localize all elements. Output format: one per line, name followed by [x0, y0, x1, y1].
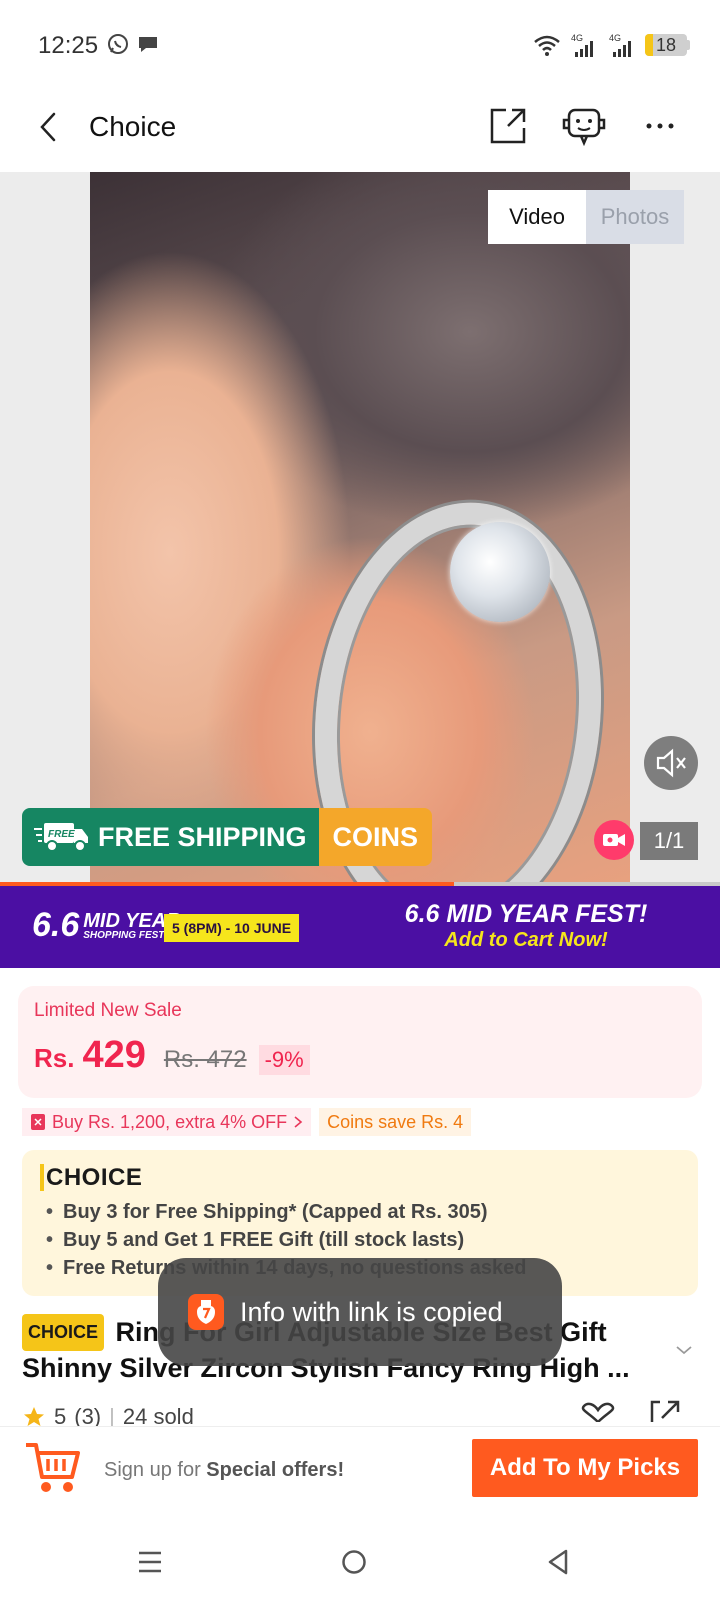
promo-banner[interactable]: 6.6 MID YEAR SHOPPING FEST! 5 (8PM) - 10…: [0, 886, 720, 968]
bottom-action-bar: Sign up for Special offers! Add To My Pi…: [0, 1426, 720, 1522]
price-currency: Rs.: [34, 1043, 75, 1073]
delivery-truck-icon: FREE: [34, 823, 88, 852]
network-type-2: 4G: [609, 33, 621, 43]
system-navigation: [0, 1522, 720, 1600]
add-to-picks-button[interactable]: Add To My Picks: [472, 1439, 698, 1497]
page-title: Choice: [89, 111, 177, 142]
signup-bold: Special offers!: [206, 1459, 345, 1481]
price-value: 429: [82, 1034, 146, 1076]
deal-voucher-text: Buy Rs. 1,200, extra 4% OFF: [52, 1111, 288, 1132]
notification-icons: [106, 32, 160, 56]
shopping-cart-icon: [26, 1443, 80, 1492]
whatsapp-icon: [108, 34, 128, 54]
toast-message: Info with link is copied: [240, 1296, 503, 1327]
app-logo-icon: [188, 1294, 224, 1330]
chevron-right-icon: [294, 1116, 303, 1128]
status-bar: 12:25 4G 4G 18: [0, 0, 720, 80]
more-icon: [646, 123, 674, 129]
price-card: Limited New Sale Rs. 429 Rs. 472 -9%: [18, 986, 702, 1098]
deal-voucher[interactable]: Buy Rs. 1,200, extra 4% OFF: [22, 1108, 312, 1136]
choice-badge: CHOICE: [22, 1314, 105, 1351]
promo-logo: 6.6 MID YEAR SHOPPING FEST!: [32, 906, 181, 945]
share-product-button[interactable]: [648, 1400, 682, 1427]
status-time: 12:25: [38, 32, 99, 59]
wishlist-button[interactable]: [578, 1402, 618, 1427]
signup-prefix: Sign up for: [104, 1459, 207, 1481]
home-circle-icon: [342, 1550, 366, 1574]
home-button[interactable]: [324, 1540, 384, 1584]
choice-benefit: Buy 5 and Get 1 FREE Gift (till stock la…: [46, 1226, 526, 1254]
coins-voucher[interactable]: Coins save Rs. 4: [319, 1108, 472, 1136]
discount-badge: -9%: [258, 1045, 310, 1075]
network-type-1: 4G: [571, 33, 583, 43]
sale-label: Limited New Sale: [34, 1000, 182, 1021]
back-triangle-icon: [548, 1549, 568, 1575]
share-icon: [650, 1400, 680, 1422]
promo-headline: 6.6 MID YEAR FEST!: [404, 900, 648, 928]
speaker-muted-icon: [656, 748, 686, 778]
voucher-row: Buy Rs. 1,200, extra 4% OFF Coins save R…: [22, 1108, 472, 1136]
recent-apps-button[interactable]: [120, 1540, 180, 1584]
product-page: 12:25 4G 4G 18 Choice Video Photos FREE …: [0, 0, 720, 1600]
video-record-icon: [594, 820, 634, 860]
app-header: Choice: [0, 80, 720, 172]
cart-button[interactable]: [22, 1437, 82, 1497]
signup-prompt[interactable]: Sign up for Special offers!: [104, 1459, 344, 1482]
chat-bot-icon: [562, 108, 606, 146]
battery-fill: [645, 34, 653, 56]
share-button[interactable]: [480, 98, 536, 154]
tab-video[interactable]: Video: [488, 190, 586, 244]
signal-icon: 4G: [571, 33, 593, 57]
product-video[interactable]: [90, 172, 630, 886]
heart-icon: [581, 1402, 615, 1423]
free-tag: FREE: [48, 829, 75, 840]
message-icon: [139, 37, 157, 52]
back-arrow-icon: [40, 112, 56, 142]
choice-logo: CHOICE: [40, 1164, 143, 1192]
expand-title-button[interactable]: [672, 1338, 696, 1362]
choice-benefit: Buy 3 for Free Shipping* (Capped at Rs. …: [46, 1198, 526, 1226]
free-shipping-banner: FREE FREE SHIPPING COINS: [22, 808, 433, 866]
battery-level: 18: [655, 34, 677, 55]
chevron-down-icon: [676, 1346, 692, 1355]
copied-toast: Info with link is copied: [158, 1258, 562, 1366]
mute-button[interactable]: [644, 736, 698, 790]
tab-photos[interactable]: Photos: [586, 190, 684, 244]
more-button[interactable]: [632, 98, 688, 154]
media-counter: 1/1: [640, 822, 698, 860]
back-nav-button[interactable]: [528, 1540, 588, 1584]
signal-icon-2: 4G: [609, 33, 631, 57]
promo-number: 6.6: [32, 906, 80, 944]
status-right: 4G 4G 18: [533, 32, 690, 58]
battery-icon: 18: [645, 34, 690, 56]
ring-stone: [450, 522, 550, 622]
promo-subline: Add to Cart Now!: [444, 929, 608, 951]
back-button[interactable]: [30, 102, 66, 152]
coins-label: COINS: [318, 808, 433, 866]
product-media[interactable]: Video Photos FREE FREE SHIPPING COINS 1/…: [0, 172, 720, 886]
coins-voucher-text: Coins save Rs. 4: [327, 1111, 464, 1132]
support-button[interactable]: [556, 98, 612, 154]
share-icon: [490, 108, 526, 144]
media-tabs: Video Photos: [488, 190, 684, 244]
original-price: Rs. 472: [163, 1046, 247, 1073]
voucher-icon: [31, 1114, 45, 1130]
promo-date: 5 (8PM) - 10 JUNE: [164, 914, 300, 942]
wifi-icon: [534, 35, 560, 56]
menu-icon: [139, 1551, 161, 1573]
free-shipping-text: FREE SHIPPING: [98, 821, 307, 852]
